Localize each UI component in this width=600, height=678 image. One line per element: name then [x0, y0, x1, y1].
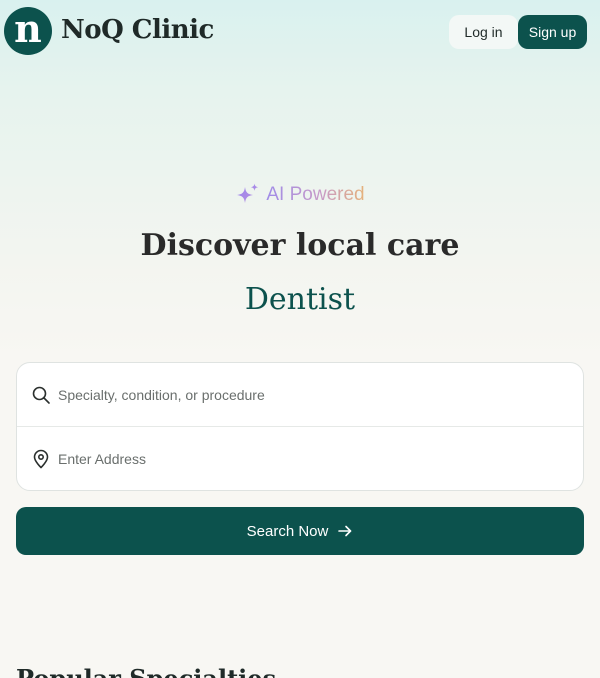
arrow-right-icon [338, 525, 352, 537]
brand-name[interactable]: NoQ Clinic [61, 15, 214, 45]
map-pin-icon [33, 449, 49, 469]
signup-button[interactable]: Sign up [518, 15, 587, 49]
logo-letter: n [14, 6, 42, 51]
login-button[interactable]: Log in [449, 15, 518, 49]
search-now-label: Search Now [246, 522, 329, 540]
hero-headline: Discover local care [140, 228, 460, 263]
specialty-row [17, 363, 583, 427]
sparkle-icon [237, 183, 259, 203]
search-form [16, 362, 584, 491]
logo-mark[interactable]: n [4, 7, 52, 55]
site-header: n NoQ Clinic Log in Sign up [0, 0, 600, 64]
search-icon [32, 386, 50, 404]
address-row [17, 427, 583, 491]
ai-powered-badge: AI Powered [0, 180, 600, 210]
ai-powered-label: AI Powered [266, 184, 365, 205]
hero-specialty: Dentist [244, 282, 356, 317]
popular-specialties-heading: Popular Specialties [16, 664, 276, 678]
specialty-search-input[interactable] [58, 386, 538, 403]
address-input[interactable] [58, 451, 538, 467]
search-now-button[interactable]: Search Now [16, 507, 584, 555]
